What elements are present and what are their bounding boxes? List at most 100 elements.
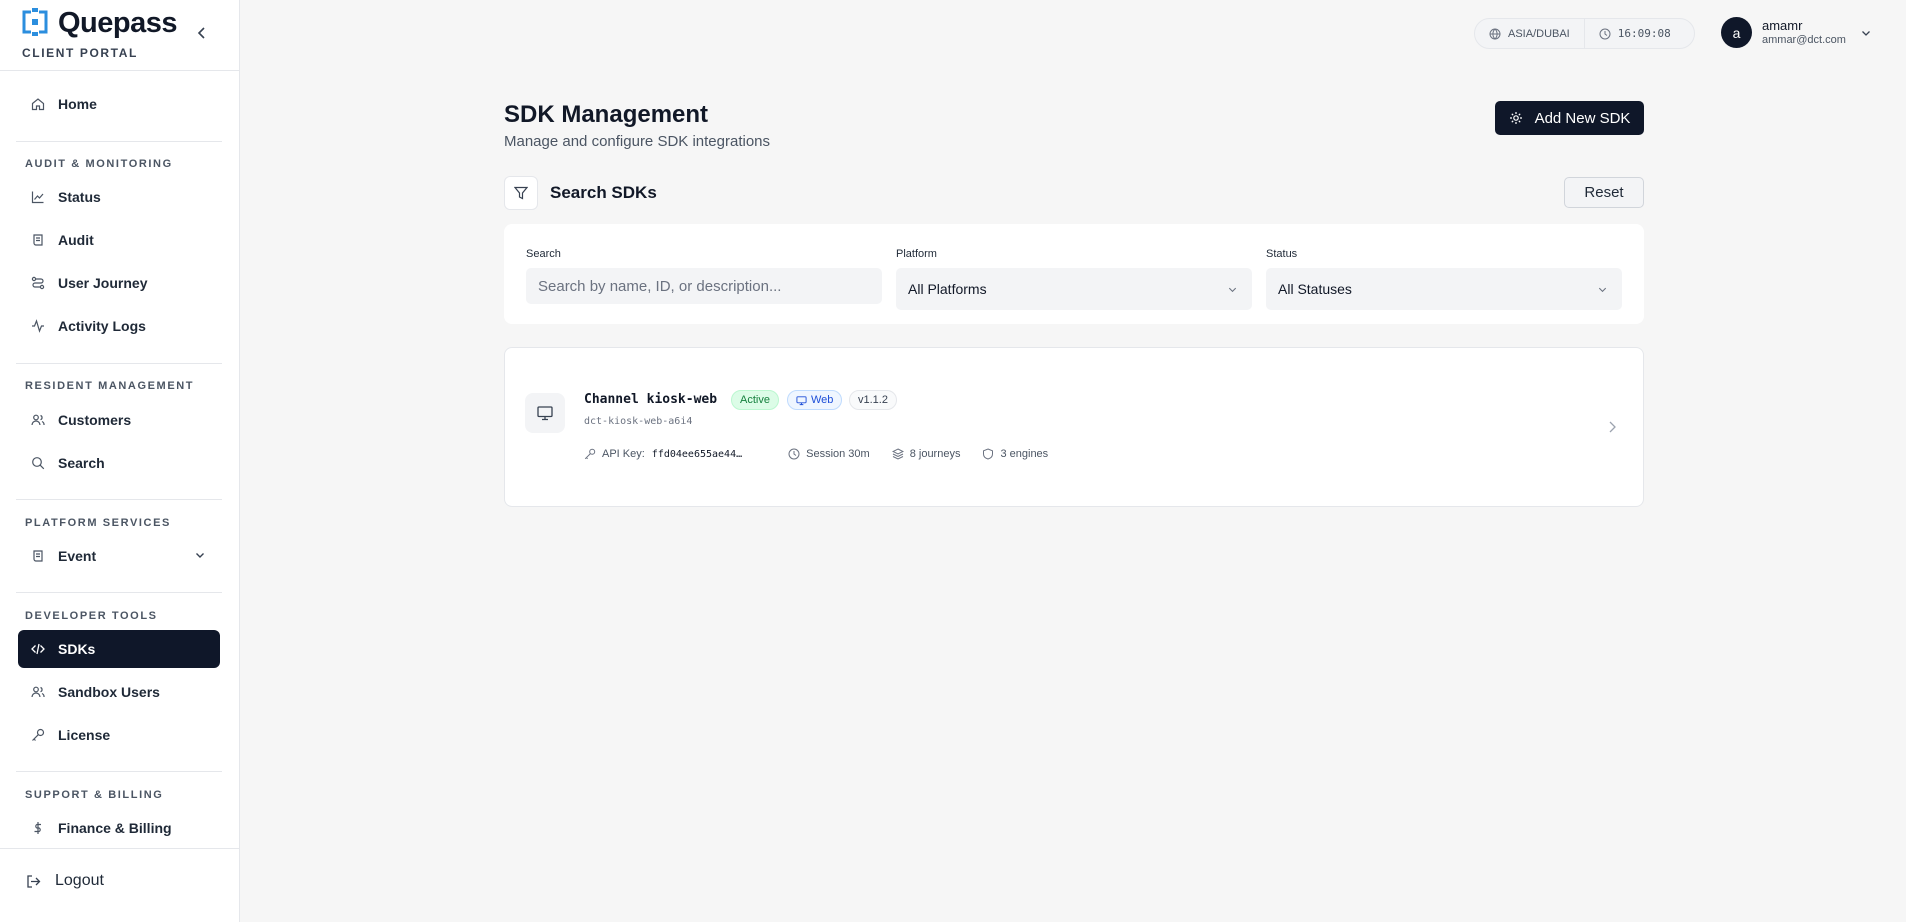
logout-label: Logout [55,872,104,889]
sidebar-item-sandbox-users[interactable]: Sandbox Users [18,673,220,711]
logout-button[interactable]: Logout [26,872,104,890]
divider [0,70,240,71]
status-select[interactable]: All Statuses [1266,268,1622,310]
sidebar-item-home[interactable]: Home [18,85,220,123]
sidebar-item-label: SDKs [58,641,96,657]
search-label: Search [526,248,561,260]
shield-icon [983,448,994,460]
divider [16,592,222,593]
sdk-meta: API Key: ffd04ee655ae44… Session 30m 8 j… [584,448,1070,460]
divider [16,363,222,364]
search-input[interactable] [526,268,882,304]
avatar: a [1721,17,1752,48]
sdk-card[interactable]: Channel kiosk-web Active Web v1.1.2 dct-… [504,347,1644,507]
status-badge: Active [731,390,779,410]
status-value: All Statuses [1278,281,1352,297]
sidebar-item-sdks[interactable]: SDKs [18,630,220,668]
chevron-right-icon [1609,421,1616,433]
session: Session 30m [788,448,870,460]
section-label-resident: RESIDENT MANAGEMENT [25,380,195,392]
section-label-audit: AUDIT & MONITORING [25,158,173,170]
clock-icon [1599,28,1611,39]
sidebar-item-license[interactable]: License [18,716,220,754]
sidebar-item-event[interactable]: Event [18,537,220,575]
sidebar-item-activity-logs[interactable]: Activity Logs [18,307,220,345]
sidebar-item-customers[interactable]: Customers [18,401,220,439]
current-time: 16:09:08 [1617,27,1671,40]
sidebar-item-user-journey[interactable]: User Journey [18,264,220,302]
section-label-platform: PLATFORM SERVICES [25,517,171,529]
brand-name: Quepass [58,7,178,39]
sdk-platform-icon [525,393,565,433]
clock: 16:09:08 [1583,19,1685,48]
timezone: ASIA/DUBAI [1475,19,1584,48]
sidebar-item-label: Event [58,548,97,564]
engines: 3 engines [982,448,1048,460]
sidebar-item-audit[interactable]: Audit [18,221,220,259]
sidebar: Quepass CLIENT PORTAL Home AUDIT & MONIT… [0,0,240,922]
quepass-logo-icon [22,8,48,36]
code-icon [30,641,46,657]
divider [16,141,222,142]
platform-badge: Web [787,390,843,410]
sdk-id: dct-kiosk-web-a6i4 [584,416,693,427]
timezone-clock: ASIA/DUBAI 16:09:08 [1474,18,1695,49]
scroll-icon [30,548,46,564]
section-label-developer: DEVELOPER TOOLS [25,610,158,622]
journeys-value: 8 journeys [909,448,961,460]
collapse-sidebar-button[interactable] [192,22,212,44]
add-new-sdk-button[interactable]: Add New SDK [1495,101,1644,135]
chevron-down-icon [1228,287,1237,293]
sdk-name: Channel kiosk-web [584,392,718,407]
chevron-down-icon [1598,287,1607,293]
journeys: 8 journeys [891,448,961,460]
layers-icon [891,448,904,460]
sidebar-item-status[interactable]: Status [18,178,220,216]
chevron-down-icon [1861,30,1870,36]
filter-icon [514,186,528,200]
user-info: amamr ammar@dct.com [1762,18,1846,48]
sidebar-item-label: Search [58,455,105,471]
sidebar-item-label: Customers [58,412,132,428]
page-subtitle: Manage and configure SDK integrations [504,133,771,150]
sidebar-item-label: Audit [58,232,94,248]
line-chart-icon [30,189,46,205]
dollar-icon [30,820,46,836]
key-icon [30,727,46,743]
clock-icon [788,448,800,460]
user-menu[interactable]: a amamr ammar@dct.com [1721,17,1872,48]
sidebar-item-finance-billing[interactable]: Finance & Billing [18,809,220,847]
chevron-left-icon [197,27,205,39]
version-badge: v1.1.2 [849,390,897,410]
sidebar-item-label: Sandbox Users [58,684,160,700]
reset-button[interactable]: Reset [1564,177,1644,208]
platform-label: Platform [896,248,937,260]
scroll-icon [30,232,46,248]
user-name: amamr [1762,17,1803,33]
divider [16,771,222,772]
platform-select[interactable]: All Platforms [896,268,1252,310]
platform-value: All Platforms [908,281,987,297]
sidebar-item-search[interactable]: Search [18,444,220,482]
sidebar-item-label: Status [58,189,101,205]
sidebar-item-label: Activity Logs [58,318,146,334]
chevron-down-icon [196,553,204,558]
user-email: ammar@dct.com [1762,33,1846,46]
sidebar-item-label: User Journey [58,275,148,291]
api-key-value: ffd04ee655ae44… [651,448,743,460]
section-label-support: SUPPORT & BILLING [25,789,164,801]
timezone-label: ASIA/DUBAI [1508,27,1570,40]
filter-panel: Search Platform All Platforms Status All… [504,224,1644,324]
sidebar-item-label: License [58,727,111,743]
activity-icon [30,318,46,334]
filter-toggle[interactable] [504,176,538,210]
status-label: Status [1266,248,1298,260]
page-title: SDK Management [504,101,709,128]
search-icon [30,455,46,471]
divider [0,848,240,849]
filter-title: Search SDKs [550,183,657,202]
engines-value: 3 engines [1000,448,1049,460]
api-key: API Key: ffd04ee655ae44… [584,448,742,460]
monitor-icon [796,395,807,405]
gear-icon [1509,112,1522,124]
